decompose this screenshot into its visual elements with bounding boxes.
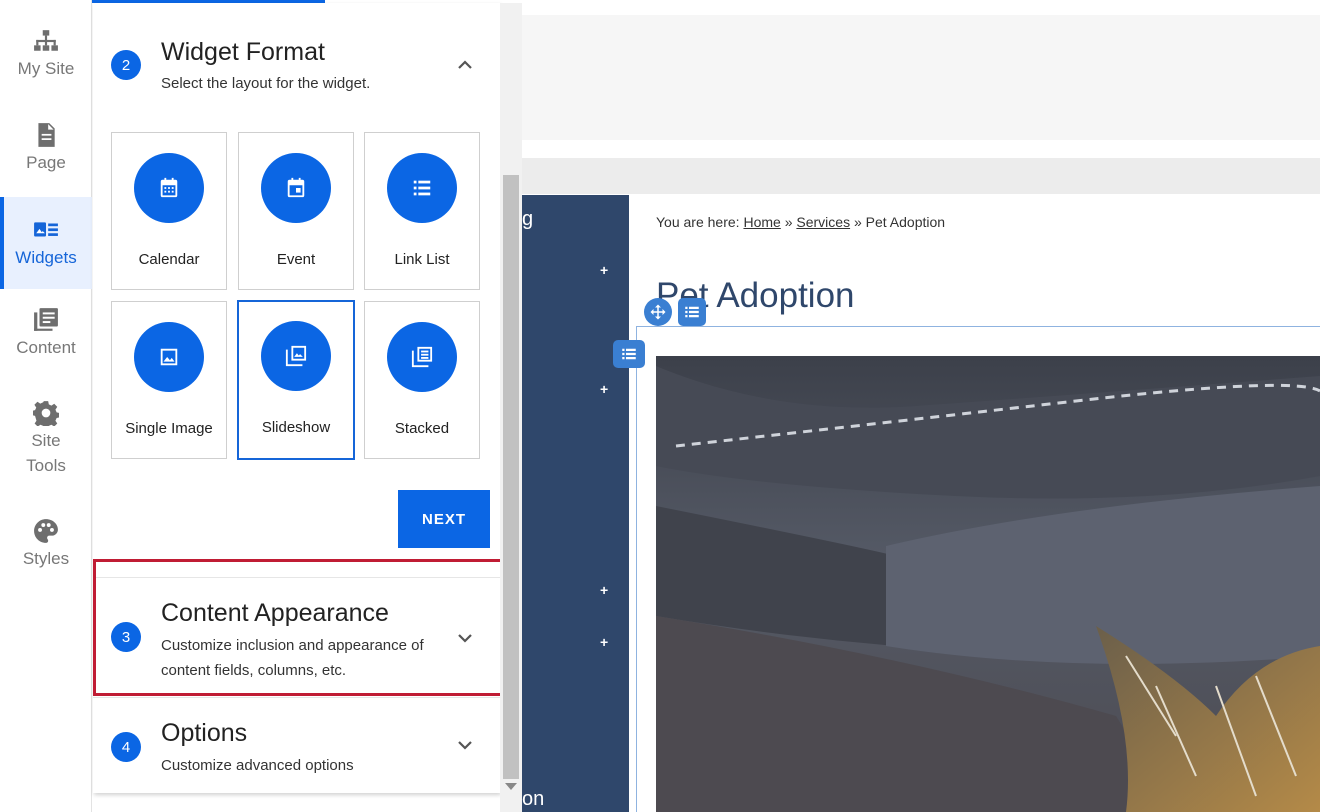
step-subtitle: Select the layout for the widget. [161, 75, 371, 92]
left-rail: My Site Page Widgets Content Site Tools … [0, 0, 92, 812]
nav-expand-icon[interactable]: + [600, 634, 608, 650]
content-icon [34, 308, 58, 331]
site-side-nav: g + + + + on [522, 195, 629, 812]
rail-label: Widgets [15, 248, 77, 267]
nav-expand-icon[interactable]: + [600, 381, 608, 397]
format-card-slideshow[interactable]: Slideshow [237, 300, 355, 460]
nav-expand-icon[interactable]: + [600, 582, 608, 598]
rail-item-site-tools[interactable]: Site Tools [0, 400, 92, 482]
rail-label: Styles [22, 549, 70, 568]
breadcrumb-separator: » [853, 214, 862, 230]
rail-item-page[interactable]: Page [0, 122, 92, 192]
palette-icon [34, 519, 58, 543]
format-icon-circle [387, 153, 457, 223]
site-preview: g + + + + on You are here: Home » Servic… [522, 0, 1320, 812]
rail-item-my-site[interactable]: My Site [0, 28, 92, 98]
rail-label: Page [26, 153, 66, 172]
divider [93, 697, 500, 698]
rail-label: Content [16, 338, 76, 357]
format-card-link-list[interactable]: Link List [364, 132, 480, 290]
breadcrumb-services-link[interactable]: Services [796, 214, 850, 230]
step-subtitle: Customize advanced options [161, 757, 354, 774]
step-title[interactable]: Content Appearance [161, 599, 389, 628]
format-label: Slideshow [261, 419, 331, 436]
widget-list-icon[interactable] [678, 298, 706, 326]
nav-text-fragment[interactable]: g [522, 208, 533, 231]
breadcrumb-separator: » [784, 214, 793, 230]
widget-panel: 2 Widget Format Select the layout for th… [93, 3, 500, 793]
format-card-single-image[interactable]: Single Image [111, 301, 227, 459]
section-list-icon[interactable] [613, 340, 645, 368]
format-icon-circle [134, 322, 204, 392]
step-title[interactable]: Options [161, 719, 247, 748]
breadcrumb-home-link[interactable]: Home [743, 214, 780, 230]
scroll-down-arrow-icon[interactable] [505, 783, 517, 790]
site-band [522, 158, 1320, 194]
event-icon [287, 177, 305, 198]
scrollbar-thumb[interactable] [503, 175, 519, 779]
step-number-badge: 4 [111, 732, 141, 762]
format-label: Calendar [138, 251, 200, 268]
format-icon-circle [134, 153, 204, 223]
slideshow-icon [285, 345, 307, 367]
calendar-icon [160, 177, 178, 198]
format-icon-circle [261, 321, 331, 391]
rail-item-widgets[interactable]: Widgets [0, 197, 92, 289]
page-icon [38, 123, 55, 147]
format-card-stacked[interactable]: Stacked [364, 301, 480, 459]
format-icon-circle [387, 322, 457, 392]
site-top-strip [522, 3, 1320, 15]
chevron-down-icon[interactable] [455, 735, 475, 755]
step-number-badge: 3 [111, 622, 141, 652]
breadcrumb-current: Pet Adoption [865, 214, 946, 230]
rail-label: My Site [17, 59, 75, 78]
step-number-badge: 2 [111, 50, 141, 80]
divider [93, 577, 500, 578]
rail-item-content[interactable]: Content [0, 307, 92, 377]
format-icon-circle [261, 153, 331, 223]
step-subtitle: Customize inclusion and appearance of [161, 637, 424, 654]
format-label: Stacked [394, 420, 450, 437]
step-subtitle: content fields, columns, etc. [161, 662, 347, 679]
panel-scrollbar[interactable] [500, 3, 522, 812]
link-list-icon [413, 180, 431, 196]
widgets-icon [34, 222, 58, 237]
sitemap-icon [34, 30, 58, 51]
breadcrumb-prefix: You are here: [656, 214, 740, 230]
move-handle-icon[interactable] [644, 298, 672, 326]
slideshow-image [656, 356, 1320, 812]
site-header [522, 15, 1320, 140]
stacked-icon [411, 346, 433, 368]
format-label: Event [276, 251, 316, 268]
chevron-up-icon[interactable] [455, 55, 475, 75]
rail-item-styles[interactable]: Styles [0, 518, 92, 588]
breadcrumb: You are here: Home » Services » Pet Adop… [656, 214, 945, 230]
format-label: Single Image [125, 420, 213, 437]
chevron-down-icon[interactable] [455, 628, 475, 648]
step-title: Widget Format [161, 38, 325, 66]
rail-label: Site [31, 431, 61, 450]
format-card-event[interactable]: Event [238, 132, 354, 290]
nav-text-fragment[interactable]: on [522, 788, 544, 811]
next-button[interactable]: NEXT [398, 490, 490, 548]
image-icon [160, 348, 178, 366]
format-card-calendar[interactable]: Calendar [111, 132, 227, 290]
nav-expand-icon[interactable]: + [600, 262, 608, 278]
pet-photo [656, 356, 1320, 812]
rail-label: Tools [26, 456, 66, 475]
gear-icon [33, 401, 59, 426]
format-label: Link List [394, 251, 450, 268]
